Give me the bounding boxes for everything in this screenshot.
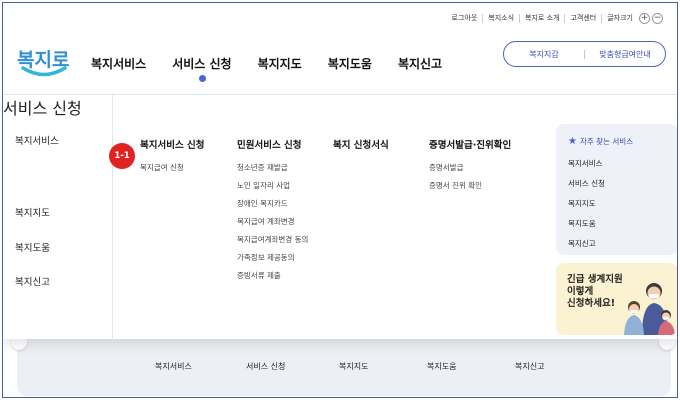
menu-link[interactable]: 청소년증 재발급 xyxy=(237,162,308,173)
menu-link[interactable]: 증명서발급 xyxy=(429,162,511,173)
menu-column-civil-apply: 민원서비스 신청 청소년증 재발급 노인 일자리 사업 장애인 복지카드 복지급… xyxy=(237,137,308,281)
logo-smile-icon xyxy=(21,66,67,77)
side-item-welfare-service[interactable]: 복지서비스 xyxy=(15,133,59,147)
nav-welfare-report[interactable]: 복지신고 xyxy=(398,55,442,72)
side-item-welfare-map[interactable]: 복지지도 xyxy=(15,205,50,219)
mega-menu: 복지서비스 복지지도 복지도움 복지신고 서비스 신청 1-1 복지서비스 신청… xyxy=(3,94,677,340)
bottom-nav-service-apply[interactable]: 서비스 신청 xyxy=(246,361,285,372)
favorite-item[interactable]: 복지신고 xyxy=(568,238,677,249)
menu-column-welfare-apply: 복지서비스 신청 복지급여 신청 xyxy=(140,137,205,173)
menu-link[interactable]: 증빙서류 제출 xyxy=(237,270,308,281)
favorite-item[interactable]: 복지도움 xyxy=(568,218,677,229)
bottom-nav-welfare-service[interactable]: 복지서비스 xyxy=(155,361,192,372)
promo-banner[interactable]: 긴급 생계지원 이렇게 신청하세요! xyxy=(556,263,677,335)
column-title[interactable]: 민원서비스 신청 xyxy=(237,137,308,151)
side-menu: 복지서비스 복지지도 복지도움 복지신고 xyxy=(3,95,113,340)
step-badge: 1-1 xyxy=(109,143,135,169)
main-nav: 복지서비스 서비스 신청 복지지도 복지도움 복지신고 xyxy=(91,55,468,82)
nav-welfare-service[interactable]: 복지서비스 xyxy=(91,55,146,72)
menu-link[interactable]: 복지급여 계좌변경 xyxy=(237,216,308,227)
favorites-title-text: 자주 찾는 서비스 xyxy=(579,137,634,146)
custom-benefit-button[interactable]: 맞춤형급여안내 xyxy=(585,49,665,60)
menu-link[interactable]: 복지급여 신청 xyxy=(140,162,205,173)
side-item-welfare-help[interactable]: 복지도움 xyxy=(15,240,50,254)
nav-service-apply[interactable]: 서비스 신청 xyxy=(172,55,232,82)
site-logo[interactable]: 복지로 xyxy=(17,45,73,85)
side-item-welfare-report[interactable]: 복지신고 xyxy=(15,274,50,288)
family-illustration-icon xyxy=(624,283,675,335)
menu-link[interactable]: 복지급여계좌변경 동의 xyxy=(237,234,308,245)
menu-link[interactable]: 노인 일자리 사업 xyxy=(237,180,308,191)
logout-link[interactable]: 로그아웃 xyxy=(447,14,483,23)
customer-center-link[interactable]: 고객센터 xyxy=(564,14,601,23)
favorite-item[interactable]: 복지서비스 xyxy=(568,158,677,169)
favorites-title: ★ 자주 찾는 서비스 xyxy=(568,136,677,147)
menu-column-certificate: 증명서발급·진위확인 증명서발급 증명서 진위 확인 xyxy=(429,137,511,191)
nav-welfare-help[interactable]: 복지도움 xyxy=(328,55,372,72)
menu-link[interactable]: 장애인 복지카드 xyxy=(237,198,308,209)
bottom-nav-welfare-help[interactable]: 복지도움 xyxy=(427,361,456,372)
about-link[interactable]: 복지로 소개 xyxy=(519,14,564,23)
welfare-news-link[interactable]: 복지소식 xyxy=(482,14,519,23)
utility-bar: 로그아웃 복지소식 복지로 소개 고객센터 글자크기 + − xyxy=(447,13,663,24)
favorites-box: ★ 자주 찾는 서비스 복지서비스 서비스 신청 복지지도 복지도움 복지신고 xyxy=(556,124,677,255)
font-size-label: 글자크기 xyxy=(601,14,637,23)
nav-welfare-map[interactable]: 복지지도 xyxy=(258,55,302,72)
font-decrease-button[interactable]: − xyxy=(652,13,663,24)
favorite-item[interactable]: 복지지도 xyxy=(568,198,677,209)
column-title[interactable]: 복지 신청서식 xyxy=(333,137,389,151)
bottom-nav-welfare-report[interactable]: 복지신고 xyxy=(515,361,544,372)
star-icon: ★ xyxy=(568,136,577,147)
page-frame: 로그아웃 복지소식 복지로 소개 고객센터 글자크기 + − 복지로 복지서비스… xyxy=(2,2,678,398)
column-title[interactable]: 복지서비스 신청 xyxy=(140,137,205,151)
bottom-nav: 복지서비스 서비스 신청 복지지도 복지도움 복지신고 xyxy=(3,361,677,373)
column-title[interactable]: 증명서발급·진위확인 xyxy=(429,137,511,151)
font-increase-button[interactable]: + xyxy=(639,13,650,24)
menu-link[interactable]: 가족정보 제공동의 xyxy=(237,252,308,263)
menu-link[interactable]: 증명서 진위 확인 xyxy=(429,180,511,191)
welfare-wallet-button[interactable]: 복지지갑 xyxy=(504,49,584,60)
bottom-nav-welfare-map[interactable]: 복지지도 xyxy=(339,361,368,372)
favorite-item[interactable]: 서비스 신청 xyxy=(568,178,677,189)
menu-column-forms: 복지 신청서식 xyxy=(333,137,389,151)
header-pill: 복지지갑 맞춤형급여안내 xyxy=(503,41,666,67)
